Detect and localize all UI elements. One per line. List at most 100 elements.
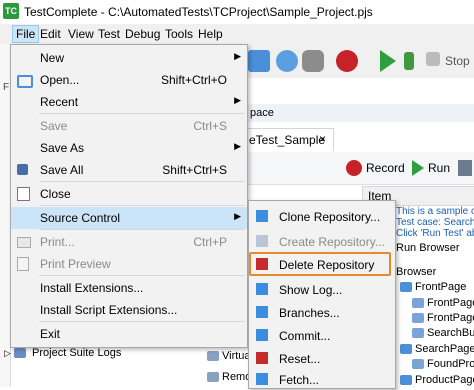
menu-item-reset[interactable]: Reset... — [249, 347, 395, 369]
tree-item-remote[interactable]: Remo — [207, 371, 251, 383]
tree-item-frontpages-2[interactable]: FrontPageS — [412, 312, 474, 324]
title-bar: TC TestComplete - C:\AutomatedTests\TCPr… — [0, 0, 474, 25]
delete-repository-icon — [256, 258, 268, 270]
menu-item-save[interactable]: Save Ctrl+S — [11, 115, 247, 137]
page-icon — [400, 375, 412, 386]
tree-item-label: FrontPageS — [427, 312, 474, 324]
run-button[interactable]: Run — [428, 161, 450, 175]
database-icon[interactable] — [302, 50, 324, 72]
menu-item-label: Open... — [40, 73, 80, 87]
menu-test[interactable]: Test — [95, 26, 123, 42]
menu-item-shortcut: Shift+Ctrl+O — [160, 73, 227, 87]
menu-separator — [39, 181, 245, 182]
menu-tools[interactable]: Tools — [162, 26, 196, 42]
description-line-1: This is a sample of v — [396, 206, 474, 217]
menu-debug[interactable]: Debug — [122, 26, 163, 42]
menu-item-recent[interactable]: Recent ▶ — [11, 91, 247, 113]
left-strip-letter: F — [3, 82, 10, 93]
tree-item-foundproduct[interactable]: FoundProd — [412, 358, 474, 370]
close-tab-icon[interactable]: × — [319, 132, 326, 146]
menu-item-label: Clone Repository... — [279, 210, 381, 224]
print-preview-icon — [17, 257, 29, 271]
submenu-arrow-icon: ▶ — [234, 95, 241, 105]
tree-item-productpage[interactable]: ProductPage — [400, 374, 474, 386]
save-all-icon — [17, 164, 28, 175]
submenu-arrow-icon: ▶ — [234, 141, 241, 151]
file-menu: New ▶ Open... Shift+Ctrl+O Recent ▶ Save… — [10, 44, 248, 348]
menu-separator — [39, 321, 245, 322]
project-suite-logs-label: Project Suite Logs — [32, 347, 122, 359]
options-icon[interactable] — [458, 160, 472, 176]
run-dropdown-icon[interactable] — [404, 52, 414, 70]
menu-item-install-script-extensions[interactable]: Install Script Extensions... — [11, 299, 247, 321]
menu-item-show-log[interactable]: Show Log... — [249, 278, 395, 300]
tree-item-label: FrontPageS — [427, 297, 474, 309]
menu-item-branches[interactable]: Branches... — [249, 301, 395, 323]
page-icon — [400, 282, 412, 293]
menu-item-create-repository[interactable]: Create Repository... — [249, 230, 395, 252]
reset-icon — [256, 352, 268, 364]
menu-item-label: Recent — [40, 95, 79, 109]
tree-item-project-suite-logs[interactable]: ▷ Project Suite Logs — [4, 347, 121, 359]
menu-item-source-control[interactable]: Source Control ▶ — [11, 207, 247, 229]
menu-view[interactable]: View — [65, 26, 97, 42]
menu-item-label: Close — [40, 187, 71, 201]
tree-item-label: ProductPage — [415, 374, 474, 386]
menu-edit[interactable]: Edit — [37, 26, 64, 42]
menu-item-label: Save All — [40, 163, 84, 177]
menu-file[interactable]: File — [12, 25, 40, 43]
menu-item-clone-repository[interactable]: Clone Repository... — [249, 205, 395, 227]
menu-item-label: Source Control — [40, 211, 121, 225]
globe-add-icon[interactable] — [276, 50, 298, 72]
menu-item-shortcut: Ctrl+S — [193, 119, 227, 133]
menu-item-label: Delete Repository — [279, 258, 375, 272]
record-icon[interactable] — [346, 160, 362, 176]
menu-item-open[interactable]: Open... Shift+Ctrl+O — [11, 69, 247, 91]
create-repository-icon — [256, 235, 268, 247]
tree-item-searchpage[interactable]: SearchPage — [400, 343, 474, 355]
menu-item-save-all[interactable]: Save All Shift+Ctrl+S — [11, 159, 247, 181]
menu-item-exit[interactable]: Exit — [11, 323, 247, 345]
menu-item-install-extensions[interactable]: Install Extensions... — [11, 277, 247, 299]
record-icon[interactable] — [336, 50, 358, 72]
tree-item-searchbutton[interactable]: SearchButt — [412, 327, 474, 339]
menu-separator — [39, 113, 245, 114]
menu-item-print-preview[interactable]: Print Preview — [11, 253, 247, 275]
menu-item-label: Exit — [40, 327, 61, 341]
menu-item-delete-repository[interactable]: Delete Repository — [249, 252, 391, 276]
tree-item-frontpages-1[interactable]: FrontPageS — [412, 297, 474, 309]
virtual-icon — [207, 351, 219, 362]
menu-item-label: Save — [40, 119, 68, 133]
menu-item-label: Reset... — [279, 352, 321, 366]
tree-item-label: FrontPage — [415, 281, 467, 293]
menu-help[interactable]: Help — [195, 26, 226, 42]
menu-separator — [39, 229, 245, 230]
menu-item-label: Install Extensions... — [40, 281, 144, 295]
element-icon — [412, 359, 424, 370]
record-button[interactable]: Record — [366, 161, 405, 175]
tree-item-browser[interactable]: Browser — [396, 266, 436, 278]
close-document-icon — [17, 187, 30, 201]
tree-item-run-browser[interactable]: Run Browser — [396, 242, 460, 254]
menu-item-save-as[interactable]: Save As ▶ — [11, 137, 247, 159]
run-icon[interactable] — [380, 50, 396, 72]
menu-bar: File Edit View Test Debug Tools Help — [0, 24, 474, 44]
menu-item-close[interactable]: Close — [11, 183, 247, 205]
document-tab-label: eTest_Sample — [249, 133, 326, 147]
element-icon — [412, 313, 424, 324]
tree-item-frontpage[interactable]: FrontPage — [400, 281, 466, 293]
document-tab[interactable]: eTest_Sample × — [240, 128, 334, 151]
commit-icon — [256, 329, 268, 341]
stop-label: Stop — [445, 54, 470, 68]
tree-item-virtual[interactable]: Virtua — [207, 350, 251, 362]
description-line-3: Click 'Run Test' abov — [396, 228, 474, 239]
toolbar-tool-icon[interactable] — [248, 50, 270, 72]
run-icon[interactable] — [412, 160, 424, 176]
menu-item-commit[interactable]: Commit... — [249, 324, 395, 346]
stop-icon[interactable] — [426, 52, 440, 66]
menu-item-new[interactable]: New ▶ — [11, 47, 247, 69]
workspace-panel-title: pace — [240, 104, 474, 122]
menu-item-label: Show Log... — [279, 283, 343, 297]
submenu-arrow-icon: ▶ — [234, 51, 241, 61]
menu-item-print[interactable]: Print... Ctrl+P — [11, 231, 247, 253]
